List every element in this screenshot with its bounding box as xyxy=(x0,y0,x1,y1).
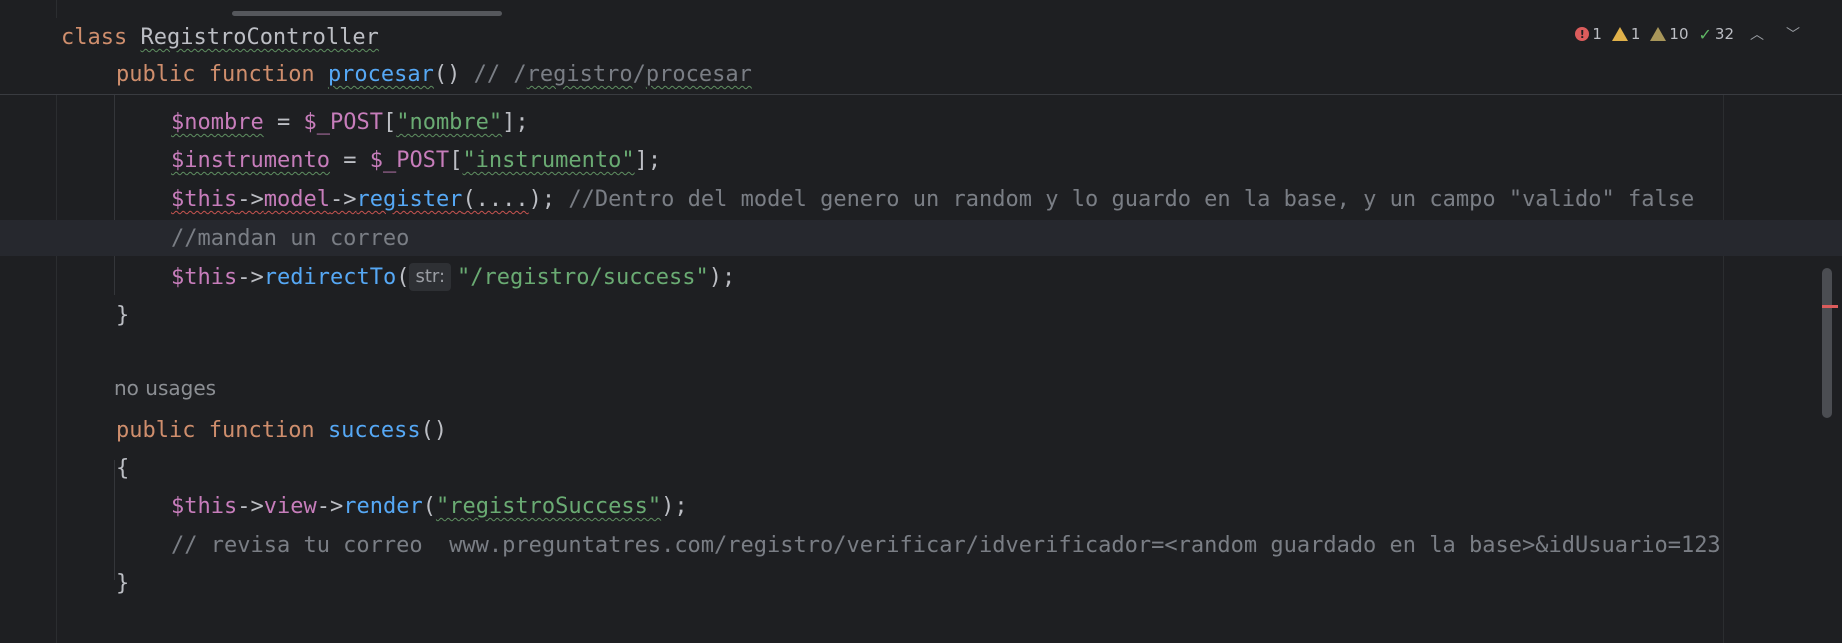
variable: $this xyxy=(171,494,238,519)
sticky-function-line[interactable]: public function procesar() // /registro/… xyxy=(116,56,752,94)
bracket: ); xyxy=(661,494,688,519)
arguments: (.... xyxy=(462,187,529,212)
code-line[interactable]: $instrumento = $_POST["instrumento"]; xyxy=(171,142,661,180)
brace: { xyxy=(116,456,130,481)
keyword: class xyxy=(61,25,141,50)
chevron-up-icon[interactable]: ︿ xyxy=(1744,24,1770,44)
comment: registro xyxy=(526,62,633,87)
parens: () xyxy=(420,418,448,443)
operator: -> xyxy=(237,265,264,290)
gutter-divider xyxy=(56,0,57,643)
bracket: ( xyxy=(422,494,436,519)
errors-value: 1 xyxy=(1592,25,1602,43)
operator: = xyxy=(263,110,304,135)
indent-guide xyxy=(114,95,115,295)
code-line[interactable]: public function success() xyxy=(116,412,447,450)
method-call: redirectTo xyxy=(263,265,397,290)
string: "registroSuccess" xyxy=(435,494,662,519)
property: view xyxy=(263,494,317,519)
right-margin-guide xyxy=(1723,95,1724,643)
variable: $nombre xyxy=(171,110,264,135)
indent-guide xyxy=(114,460,115,580)
bracket: [ xyxy=(382,110,397,135)
bracket: ); xyxy=(708,265,736,290)
typos-value: 32 xyxy=(1714,25,1734,43)
function-name: procesar xyxy=(327,62,434,87)
string: "nombre" xyxy=(396,110,503,135)
comment: procesar xyxy=(645,62,752,87)
operator: -> xyxy=(316,494,344,519)
variable: $instrumento xyxy=(171,148,330,173)
code-line[interactable]: } xyxy=(116,565,129,603)
comment: // / xyxy=(473,62,527,87)
operator: = xyxy=(329,148,370,173)
error-icon: ! xyxy=(1575,27,1590,41)
horizontal-scroll-thumb[interactable] xyxy=(232,11,502,16)
parens: () xyxy=(433,62,474,87)
warning-icon xyxy=(1611,27,1628,41)
weak-warnings-count[interactable]: 10 xyxy=(1650,25,1689,43)
operator: -> xyxy=(329,187,357,212)
operator: -> xyxy=(237,187,264,212)
variable: $_POST xyxy=(369,148,450,173)
code-line[interactable]: $nombre = $_POST["nombre"]; xyxy=(171,104,529,142)
property: model xyxy=(263,187,330,212)
code-line[interactable]: $this->redirectTo(str: "/registro/success… xyxy=(171,259,735,297)
code-line[interactable]: // revisa tu correo www.preguntatres.com… xyxy=(171,527,1721,565)
usages-hint[interactable]: no usages xyxy=(114,376,216,400)
warnings-count[interactable]: 1 xyxy=(1611,25,1641,43)
bracket: ( xyxy=(396,265,410,290)
bracket: ]; xyxy=(634,148,662,173)
code-line[interactable]: { xyxy=(116,450,129,488)
string: "/registro/success" xyxy=(457,265,709,290)
code-line[interactable]: } xyxy=(116,297,129,335)
comment: //Dentro del model genero un random y lo… xyxy=(555,187,1695,212)
comment: // revisa tu correo www.preguntatres.com… xyxy=(171,533,1721,558)
typo-check-icon: ✓ xyxy=(1698,24,1712,44)
method-call: render xyxy=(343,494,423,519)
code-line[interactable]: //mandan un correo xyxy=(171,220,409,258)
keyword: public xyxy=(116,418,209,443)
sticky-class-line[interactable]: class RegistroController xyxy=(61,19,379,57)
keyword: public xyxy=(116,62,209,87)
code-line[interactable]: $this->view->render("registroSuccess"); xyxy=(171,488,688,526)
variable: $this xyxy=(171,187,238,212)
typos-count[interactable]: ✓ 32 xyxy=(1699,25,1735,44)
keyword: function xyxy=(208,62,328,87)
variable: $this xyxy=(171,265,238,290)
parameter-hint: str: xyxy=(409,263,452,291)
sticky-scope-header: class RegistroController public function… xyxy=(0,18,1842,95)
weak-warning-icon xyxy=(1650,27,1667,41)
brace: } xyxy=(116,303,130,328)
bracket: ); xyxy=(528,187,556,212)
vertical-scrollbar[interactable] xyxy=(1818,0,1842,643)
vertical-scroll-thumb[interactable] xyxy=(1822,268,1832,418)
keyword: function xyxy=(208,418,328,443)
comment: //mandan un correo xyxy=(171,226,410,251)
variable: $_POST xyxy=(303,110,383,135)
bracket: ]; xyxy=(502,110,529,135)
code-editor[interactable]: class RegistroController public function… xyxy=(0,0,1842,643)
weak-warnings-value: 10 xyxy=(1669,25,1689,43)
bracket: [ xyxy=(449,148,463,173)
string: "instrumento" xyxy=(462,148,635,173)
error-stripe-marker[interactable] xyxy=(1822,305,1838,308)
brace: } xyxy=(116,571,130,596)
method-call: register xyxy=(356,187,463,212)
warnings-value: 1 xyxy=(1630,25,1641,43)
code-line[interactable]: $this->model->register(....); //Dentro d… xyxy=(171,181,1694,219)
inspection-widget[interactable]: ! 1 1 10 ✓ 32 ︿ ﹀ xyxy=(1575,20,1806,48)
operator: -> xyxy=(237,494,264,519)
comment: / xyxy=(632,62,646,87)
function-name: success xyxy=(327,418,421,443)
chevron-down-icon[interactable]: ﹀ xyxy=(1780,24,1806,44)
errors-count[interactable]: ! 1 xyxy=(1575,25,1602,43)
class-name: RegistroController xyxy=(140,25,379,50)
